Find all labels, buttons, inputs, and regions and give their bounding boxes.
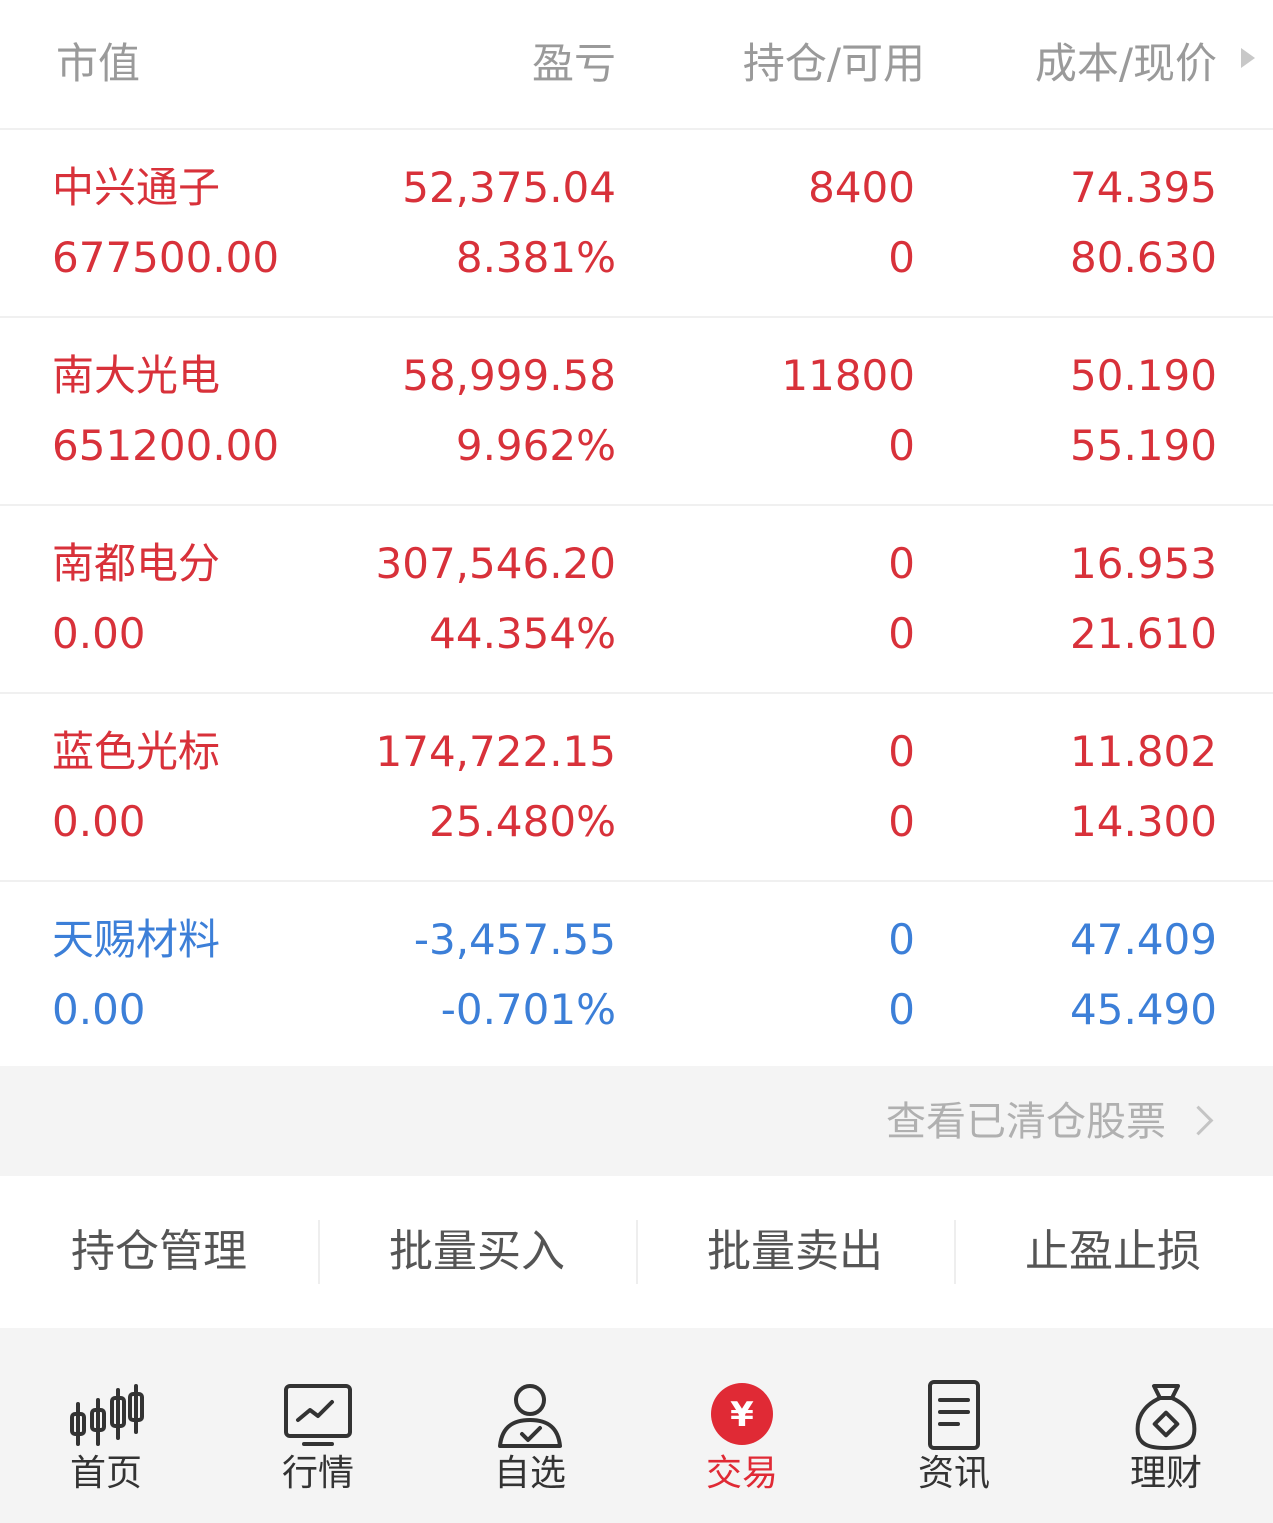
current-price: 45.490 [1070,985,1217,1034]
chart-monitor-icon [284,1384,352,1446]
scroll-right-arrow-icon[interactable] [1241,48,1255,68]
tab-news[interactable]: 资讯 [848,1328,1060,1523]
view-cleared-stocks-link[interactable]: 查看已清仓股票 [886,1092,1214,1152]
holding-qty: 0 [888,539,915,588]
profit-loss-percent: 9.962% [455,421,616,470]
tab-finance[interactable]: 理财 [1060,1328,1272,1523]
profit-loss: 58,999.58 [402,351,616,400]
profit-loss-percent: 8.381% [455,233,616,282]
position-manage-button[interactable]: 持仓管理 [0,1176,318,1328]
tab-watchlist-label: 自选 [493,1453,566,1494]
market-value: 0.00 [52,797,146,846]
view-cleared-stocks-label: 查看已清仓股票 [886,1099,1166,1145]
candlestick-icon [70,1384,144,1446]
holding-qty: 0 [888,915,915,964]
profit-loss: 52,375.04 [402,163,616,212]
tab-market-label: 行情 [281,1453,354,1494]
market-value: 0.00 [52,609,146,658]
profit-loss: 174,722.15 [375,727,616,776]
money-bag-icon [1135,1384,1197,1450]
stock-name: 南大光电 [52,351,221,400]
batch-sell-button[interactable]: 批量卖出 [636,1176,954,1328]
chevron-right-icon [1183,1105,1214,1135]
stop-profit-loss-button[interactable]: 止盈止损 [954,1176,1272,1328]
tab-trade-label: 交易 [705,1453,778,1494]
tab-market[interactable]: 行情 [212,1328,424,1523]
positions-header: 市值 盈亏 持仓/可用 成本/现价 [0,0,1273,130]
cleared-stocks-bar: 查看已清仓股票 [0,1066,1273,1176]
market-value: 0.00 [52,985,146,1034]
market-value: 677500.00 [52,233,280,282]
cost-price: 47.409 [1070,915,1217,964]
market-value: 651200.00 [52,421,280,470]
position-row[interactable]: 蓝色光标 0.00 174,722.15 25.480% 0 0 11.802 … [0,694,1273,882]
current-price: 55.190 [1070,421,1217,470]
current-price: 14.300 [1070,797,1217,846]
position-row[interactable]: 南大光电 651200.00 58,999.58 9.962% 11800 0 … [0,318,1273,506]
available-qty: 0 [888,797,915,846]
stock-name: 蓝色光标 [52,727,221,776]
bottom-tab-bar: 首页 行情 自选 ¥ 交易 资讯 理财 [0,1328,1273,1523]
holding-qty: 8400 [808,163,915,212]
header-market-value[interactable]: 市值 [56,34,140,94]
profit-loss-percent: 44.354% [429,609,616,658]
profit-loss-percent: 25.480% [429,797,616,846]
tab-finance-label: 理财 [1129,1453,1202,1494]
yuan-circle-icon: ¥ [711,1383,773,1445]
position-row[interactable]: 南都电分 0.00 307,546.20 44.354% 0 0 16.953 … [0,506,1273,694]
tab-watchlist[interactable]: 自选 [424,1328,636,1523]
current-price: 21.610 [1070,609,1217,658]
person-check-icon [498,1384,562,1448]
tab-home[interactable]: 首页 [0,1328,212,1523]
profit-loss: 307,546.20 [375,539,616,588]
available-qty: 0 [888,421,915,470]
available-qty: 0 [888,609,915,658]
tab-trade[interactable]: ¥ 交易 [636,1328,848,1523]
cost-price: 74.395 [1070,163,1217,212]
available-qty: 0 [888,233,915,282]
available-qty: 0 [888,985,915,1034]
tab-news-label: 资讯 [917,1453,990,1494]
profit-loss: -3,457.55 [413,915,616,964]
profit-loss-percent: -0.701% [440,985,616,1034]
svg-text:¥: ¥ [730,1395,754,1435]
stock-name: 天赐材料 [52,915,221,964]
header-hold-available[interactable]: 持仓/可用 [743,34,925,94]
stock-name: 南都电分 [52,539,221,588]
batch-buy-button[interactable]: 批量买入 [318,1176,636,1328]
position-row[interactable]: 天赐材料 0.00 -3,457.55 -0.701% 0 0 47.409 4… [0,882,1273,1070]
tab-home-label: 首页 [69,1453,142,1494]
position-actions: 持仓管理 批量买入 批量卖出 止盈止损 [0,1176,1273,1328]
cost-price: 16.953 [1070,539,1217,588]
stock-name: 中兴通子 [52,163,221,212]
holding-qty: 11800 [781,351,915,400]
header-profit-loss[interactable]: 盈亏 [532,34,616,94]
document-icon [928,1380,980,1450]
header-cost-price[interactable]: 成本/现价 [1035,34,1217,94]
cost-price: 11.802 [1070,727,1217,776]
position-row[interactable]: 中兴通子 677500.00 52,375.04 8.381% 8400 0 7… [0,130,1273,318]
holding-qty: 0 [888,727,915,776]
cost-price: 50.190 [1070,351,1217,400]
current-price: 80.630 [1070,233,1217,282]
positions-list: 中兴通子 677500.00 52,375.04 8.381% 8400 0 7… [0,130,1273,1070]
